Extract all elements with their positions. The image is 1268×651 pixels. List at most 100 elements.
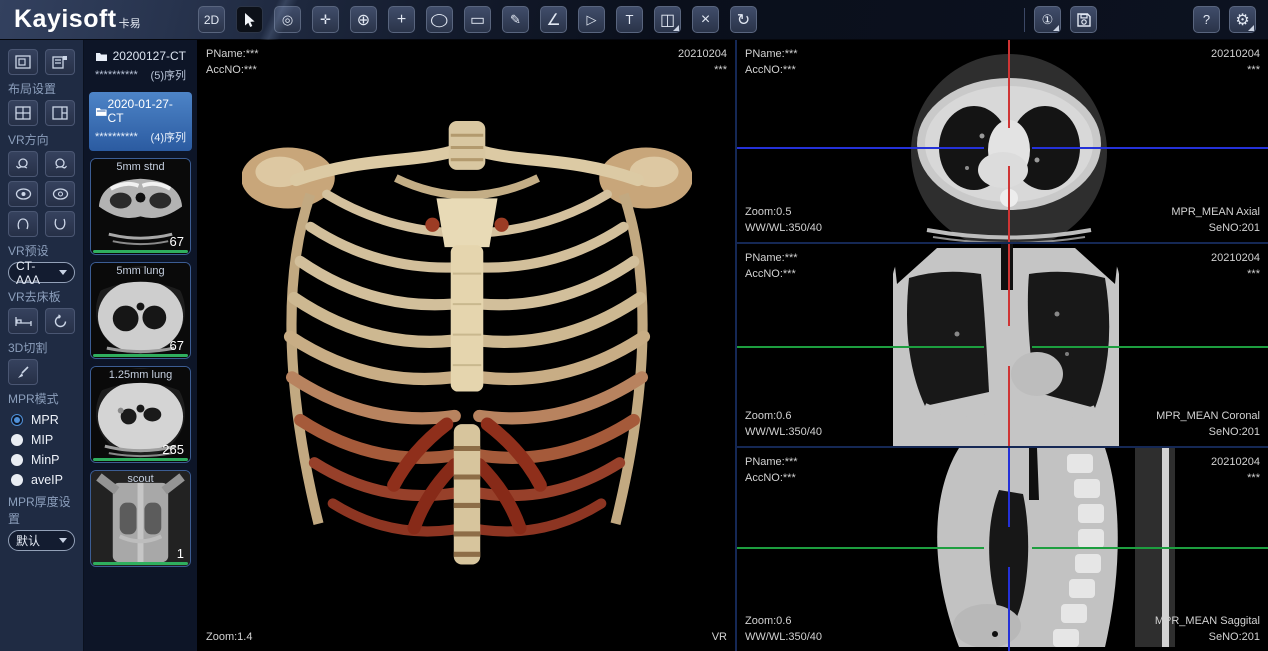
vr-direction-label: VR方向: [8, 131, 75, 148]
vr-rotate-right-button[interactable]: [45, 151, 75, 177]
axial-crosshair-v-bottom[interactable]: [1008, 166, 1010, 242]
study-item-1[interactable]: 20200127-CT ********** (5)序列: [89, 44, 192, 89]
rotate-3d-button[interactable]: ◎: [274, 6, 301, 33]
mpr-column: PName:*** AccNO:*** 20210204 *** Zoom:0.…: [735, 40, 1268, 651]
study-patient: **********: [95, 69, 138, 81]
mpr-sagittal-viewport[interactable]: PName:*** AccNO:*** 20210204 *** Zoom:0.…: [737, 448, 1268, 651]
pointer-button[interactable]: [236, 6, 263, 33]
vr-rotate-left-button[interactable]: [8, 151, 38, 177]
vr-posterior-icon: [52, 187, 69, 201]
tool-group: 2D ◎ ✛ ⊕ + ◯ ▭: [198, 6, 757, 33]
text-annotation-icon: T: [626, 12, 634, 27]
coronal-crosshair-h-left[interactable]: [737, 346, 984, 348]
layout-section-label: 布局设置: [8, 80, 75, 97]
pan-icon: ✛: [320, 12, 331, 28]
pointer-icon: [242, 12, 257, 28]
vr-inferior-button[interactable]: [45, 211, 75, 237]
radio-label-mpr: MPR: [31, 413, 59, 427]
screen-2d-button[interactable]: 2D: [198, 6, 225, 33]
layout-report-button[interactable]: [45, 49, 75, 75]
folder-icon: [95, 51, 108, 62]
study-item-2-selected[interactable]: 2020-01-27-CT ********** (4)序列: [89, 92, 192, 151]
thumbnail-5mm-stnd[interactable]: 5mm stnd 67: [90, 158, 191, 255]
vr-viewport[interactable]: PName:*** AccNO:*** 20210204 *** Zoom:1.…: [198, 40, 735, 651]
radio-label-aveip: aveIP: [31, 473, 63, 487]
save-button[interactable]: [1070, 6, 1097, 33]
thumbnail-label: 5mm lung: [91, 265, 190, 277]
thumbnail-progress-bar: [93, 250, 188, 253]
mpr-axial-viewport[interactable]: PName:*** AccNO:*** 20210204 *** Zoom:0.…: [737, 40, 1268, 244]
radio-mpr[interactable]: MPR: [11, 413, 75, 427]
zoom-button[interactable]: ⊕: [350, 6, 377, 33]
thumbnail-image-count: 265: [162, 442, 184, 457]
study-series-count: (5)序列: [151, 67, 186, 83]
coronal-crosshair-h-right[interactable]: [1032, 346, 1268, 348]
scalpel-button[interactable]: [8, 359, 38, 385]
vr-superior-button[interactable]: [8, 211, 38, 237]
layout-grid-2x2-button[interactable]: [8, 100, 38, 126]
mpr-thickness-label: MPR厚度设置: [8, 493, 75, 527]
radio-minp[interactable]: MinP: [11, 453, 75, 467]
radio-mip[interactable]: MIP: [11, 433, 75, 447]
vr-anterior-button[interactable]: [8, 181, 38, 207]
layout-main-left-button[interactable]: [45, 100, 75, 126]
text-annotation-button[interactable]: T: [616, 6, 643, 33]
pan-button[interactable]: ✛: [312, 6, 339, 33]
thumbnail-125mm-lung[interactable]: 1.25mm lung 265: [90, 366, 191, 463]
sagittal-crosshair-h-left[interactable]: [737, 547, 984, 549]
reset-button[interactable]: ↻: [730, 6, 757, 33]
cine-play-button[interactable]: ▷: [578, 6, 605, 33]
angle-button[interactable]: ∠: [540, 6, 567, 33]
delete-annotation-icon: ×: [701, 11, 710, 29]
axial-crosshair-v-top[interactable]: [1008, 40, 1010, 128]
bed-reset-button[interactable]: [45, 308, 75, 334]
delete-annotation-button[interactable]: ×: [692, 6, 719, 33]
vr-posterior-button[interactable]: [45, 181, 75, 207]
sagittal-crosshair-v-top[interactable]: [1008, 448, 1010, 527]
coronal-crosshair-v-bottom[interactable]: [1008, 366, 1010, 446]
window-level-button[interactable]: ◫: [654, 6, 681, 33]
layout-single-button[interactable]: [8, 49, 38, 75]
cine-play-icon: ▷: [587, 12, 597, 28]
radio-dot-minp: [11, 454, 23, 466]
vr-preset-dropdown[interactable]: CT-AAA: [8, 262, 75, 283]
layout-report-icon: [52, 55, 68, 69]
vr-inferior-icon: [53, 216, 67, 232]
mpr-thickness-dropdown[interactable]: 默认: [8, 530, 75, 551]
mpr-thickness-value: 默认: [16, 532, 40, 549]
sagittal-crosshair-v-bottom[interactable]: [1008, 567, 1010, 651]
vr-rotate-left-icon: [15, 156, 31, 172]
study-date-text: 20210204: [678, 46, 727, 62]
scalpel-icon: [16, 365, 31, 380]
rect-roi-button[interactable]: ▭: [464, 6, 491, 33]
settings-button[interactable]: ⚙: [1229, 6, 1256, 33]
ellipse-roi-icon: ◯: [430, 12, 448, 28]
mpr-coronal-viewport[interactable]: PName:*** AccNO:*** 20210204 *** Zoom:0.…: [737, 244, 1268, 448]
help-icon: ?: [1203, 12, 1210, 27]
accno-text: AccNO:***: [206, 62, 259, 78]
study-patient: **********: [95, 131, 138, 143]
coronal-crosshair-v-top[interactable]: [1008, 244, 1010, 326]
layout-single-icon: [15, 55, 31, 69]
workspace: 布局设置 VR方向: [0, 40, 1268, 651]
thumbnail-label: scout: [91, 473, 190, 485]
axial-crosshair-h-left[interactable]: [737, 147, 984, 149]
thumbnail-scout[interactable]: scout 1: [90, 470, 191, 567]
layout-main-left-icon: [52, 106, 68, 120]
vr-ribcage-rendering: [242, 119, 692, 597]
overlay-info-button[interactable]: ①: [1034, 6, 1061, 33]
radio-aveip[interactable]: aveIP: [11, 473, 75, 487]
sagittal-crosshair-h-right[interactable]: [1032, 547, 1268, 549]
chevron-down-icon: [59, 538, 67, 543]
thumbnail-5mm-lung[interactable]: 5mm lung 67: [90, 262, 191, 359]
radio-label-minp: MinP: [31, 453, 59, 467]
measure-line-button[interactable]: ✎: [502, 6, 529, 33]
axial-crosshair-h-right[interactable]: [1032, 147, 1268, 149]
remove-bed-button[interactable]: [8, 308, 38, 334]
help-button[interactable]: ?: [1193, 6, 1220, 33]
top-toolbar: Kayisoft 卡易 2D ◎ ✛ ⊕ +: [0, 0, 1268, 40]
radio-dot-mip: [11, 434, 23, 446]
ellipse-roi-button[interactable]: ◯: [426, 6, 453, 33]
crosshair-button[interactable]: +: [388, 6, 415, 33]
vr-preset-value: CT-AAA: [16, 259, 59, 287]
